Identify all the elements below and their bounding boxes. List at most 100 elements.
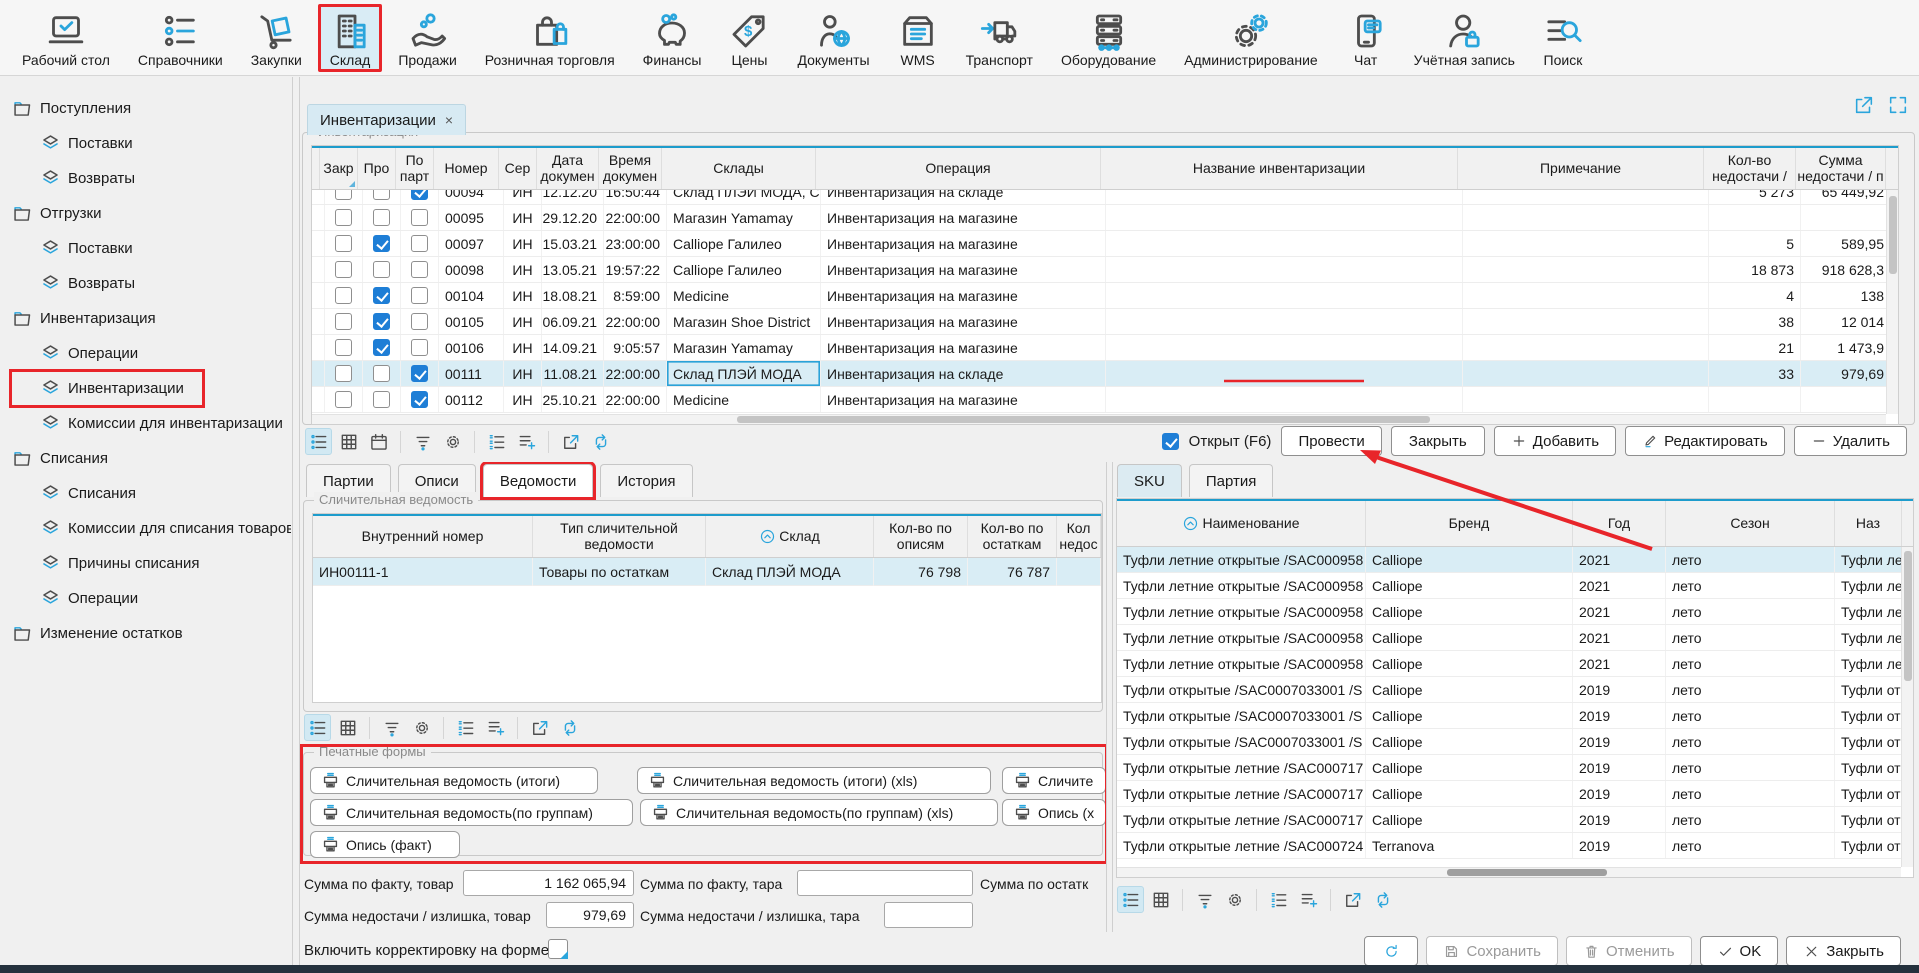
horizontal-scrollbar[interactable] xyxy=(312,414,1886,424)
sidebar-item[interactable]: Поставки xyxy=(0,126,291,161)
column-header[interactable]: Номер xyxy=(434,148,499,189)
numbered-list-button[interactable] xyxy=(483,428,510,455)
table-row[interactable]: ИН00111-1Товары по остаткамСклад ПЛЭЙ МО… xyxy=(313,558,1101,586)
column-header[interactable]: По парт xyxy=(396,148,434,189)
app-nav-retail-icon[interactable]: Розничная торговля xyxy=(473,4,627,72)
column-header[interactable]: Кол-во недостачи / xyxy=(1704,148,1796,189)
column-header[interactable]: Бренд xyxy=(1366,501,1573,546)
app-nav-administration-icon[interactable]: Администрирование xyxy=(1172,4,1330,72)
app-nav-chat-icon[interactable]: Чат xyxy=(1334,4,1398,72)
tab-close-icon[interactable]: × xyxy=(445,112,453,128)
row-checkbox[interactable] xyxy=(411,190,428,200)
sidebar-item[interactable]: Операции xyxy=(0,336,291,371)
sidebar-item[interactable]: Изменение остатков xyxy=(0,616,291,651)
print-form-button[interactable]: Сличительная ведомость(по группам) xyxy=(310,799,633,826)
row-checkbox[interactable] xyxy=(373,235,390,252)
column-header[interactable]: Закр xyxy=(320,148,358,189)
app-nav-search-icon[interactable]: Поиск xyxy=(1531,4,1595,72)
tab-История[interactable]: История xyxy=(600,464,692,497)
table-row[interactable]: 00112ИН25.10.2122:00:00MedicineИнвентари… xyxy=(312,387,1898,413)
scrollbar-thumb[interactable] xyxy=(1447,869,1607,876)
row-checkbox[interactable] xyxy=(373,287,390,304)
добавить-button[interactable]: Добавить xyxy=(1494,426,1616,456)
table-row[interactable]: 00094ИН12.12.2016:50:44Склад ПЛЭЙ МОДА, … xyxy=(312,190,1898,205)
column-header[interactable]: Кол недос xyxy=(1057,516,1101,557)
table-row[interactable]: 00097ИН15.03.2123:00:00Calliope ГалилеоИ… xyxy=(312,231,1898,257)
row-checkbox[interactable] xyxy=(411,287,428,304)
column-header[interactable]: Наименование xyxy=(1117,501,1366,546)
row-checkbox[interactable] xyxy=(335,190,352,200)
gear-button[interactable] xyxy=(1221,886,1248,913)
tab-Партия[interactable]: Партия xyxy=(1189,464,1274,497)
scrollbar-thumb[interactable] xyxy=(1889,196,1897,274)
sidebar-item[interactable]: Поступления xyxy=(0,91,291,126)
column-header[interactable]: Про xyxy=(358,148,396,189)
Закрыть-button[interactable]: Закрыть xyxy=(1786,936,1901,966)
table-row[interactable]: 00104ИН18.08.218:59:00MedicineИнвентариз… xyxy=(312,283,1898,309)
table-row[interactable]: Туфли открытые летние /SAC000724Terranov… xyxy=(1117,833,1913,859)
Сохранить-button[interactable]: Сохранить xyxy=(1426,936,1558,966)
row-checkbox[interactable] xyxy=(373,365,390,382)
row-checkbox[interactable] xyxy=(373,209,390,226)
vertical-scrollbar[interactable] xyxy=(1901,547,1913,867)
row-checkbox[interactable] xyxy=(411,261,428,278)
open-new-window-icon[interactable] xyxy=(1853,94,1875,119)
open-external-button[interactable] xyxy=(557,428,584,455)
print-form-button[interactable]: Опись (факт) xyxy=(310,831,460,858)
numbered-list-button[interactable] xyxy=(1265,886,1292,913)
total-short-tare-input[interactable] xyxy=(884,902,973,928)
print-form-button[interactable]: Сличительная ведомость(по группам) (xls) xyxy=(640,799,998,826)
app-nav-desktop-icon[interactable]: Рабочий стол xyxy=(10,4,122,72)
row-checkbox[interactable] xyxy=(335,391,352,408)
total-fact-tare-input[interactable] xyxy=(797,870,973,896)
column-header[interactable]: Склады xyxy=(662,148,816,189)
column-header[interactable] xyxy=(312,148,320,189)
column-header[interactable]: Дата докумен xyxy=(537,148,599,189)
table-row[interactable]: Туфли открытые летние /SAC000717Calliope… xyxy=(1117,755,1913,781)
column-header[interactable]: Кол-во по описям xyxy=(874,516,968,557)
column-header[interactable]: Кол-во по остаткам xyxy=(968,516,1057,557)
table-row[interactable]: Туфли открытые /SAC0007033001 /SCalliope… xyxy=(1117,703,1913,729)
column-header[interactable]: Внутренний номер xyxy=(313,516,533,557)
row-checkbox[interactable] xyxy=(411,365,428,382)
row-checkbox[interactable] xyxy=(335,287,352,304)
app-nav-documents-icon[interactable]: Документы xyxy=(785,4,881,72)
open-f6-checkbox[interactable] xyxy=(1162,433,1179,450)
row-checkbox[interactable] xyxy=(411,339,428,356)
row-checkbox[interactable] xyxy=(373,261,390,278)
form-correction-checkbox[interactable] xyxy=(548,939,568,959)
print-form-button[interactable]: Опись (х xyxy=(1002,799,1106,826)
редактировать-button[interactable]: Редактировать xyxy=(1625,426,1785,456)
column-header[interactable]: Сер xyxy=(499,148,537,189)
Отменить-button[interactable]: Отменить xyxy=(1566,936,1692,966)
закрыть-button[interactable]: Закрыть xyxy=(1391,426,1485,456)
list-view-button[interactable] xyxy=(305,428,332,455)
grid-view-button[interactable] xyxy=(334,714,361,741)
table-row[interactable]: 00111ИН11.08.2122:00:00Склад ПЛЭЙ МОДАИн… xyxy=(312,361,1898,387)
row-checkbox[interactable] xyxy=(411,235,428,252)
row-checkbox[interactable] xyxy=(335,365,352,382)
column-header[interactable]: Склад xyxy=(706,516,874,557)
sidebar-item[interactable]: Инвентаризации xyxy=(0,371,291,406)
refresh-loop-button[interactable] xyxy=(1369,886,1396,913)
table-row[interactable]: Туфли летние открытые /SAC000958Calliope… xyxy=(1117,547,1913,573)
tab-Ведомости[interactable]: Ведомости xyxy=(483,464,594,497)
row-checkbox[interactable] xyxy=(335,261,352,278)
OK-button[interactable]: OK xyxy=(1700,936,1779,966)
app-nav-prices-icon[interactable]: $Цены xyxy=(717,4,781,72)
horizontal-scrollbar[interactable] xyxy=(1117,867,1901,877)
vertical-scrollbar[interactable] xyxy=(1886,190,1898,414)
table-row[interactable]: Туфли летние открытые /SAC000958Calliope… xyxy=(1117,599,1913,625)
table-row[interactable]: 00098ИН13.05.2119:57:22Calliope ГалилеоИ… xyxy=(312,257,1898,283)
sidebar-item[interactable]: Комиссии для инвентаризации xyxy=(0,406,291,441)
sidebar-item[interactable]: Комиссии для списания товаров xyxy=(0,511,291,546)
add-to-list-button[interactable] xyxy=(513,428,540,455)
table-row[interactable]: Туфли летние открытые /SAC000958Calliope… xyxy=(1117,573,1913,599)
column-header[interactable]: Год xyxy=(1573,501,1666,546)
row-checkbox[interactable] xyxy=(411,209,428,226)
app-nav-purchases-icon[interactable]: Закупки xyxy=(239,4,314,72)
open-external-button[interactable] xyxy=(526,714,553,741)
column-header[interactable]: Операция xyxy=(816,148,1101,189)
open-external-button[interactable] xyxy=(1339,886,1366,913)
row-checkbox[interactable] xyxy=(373,190,390,200)
